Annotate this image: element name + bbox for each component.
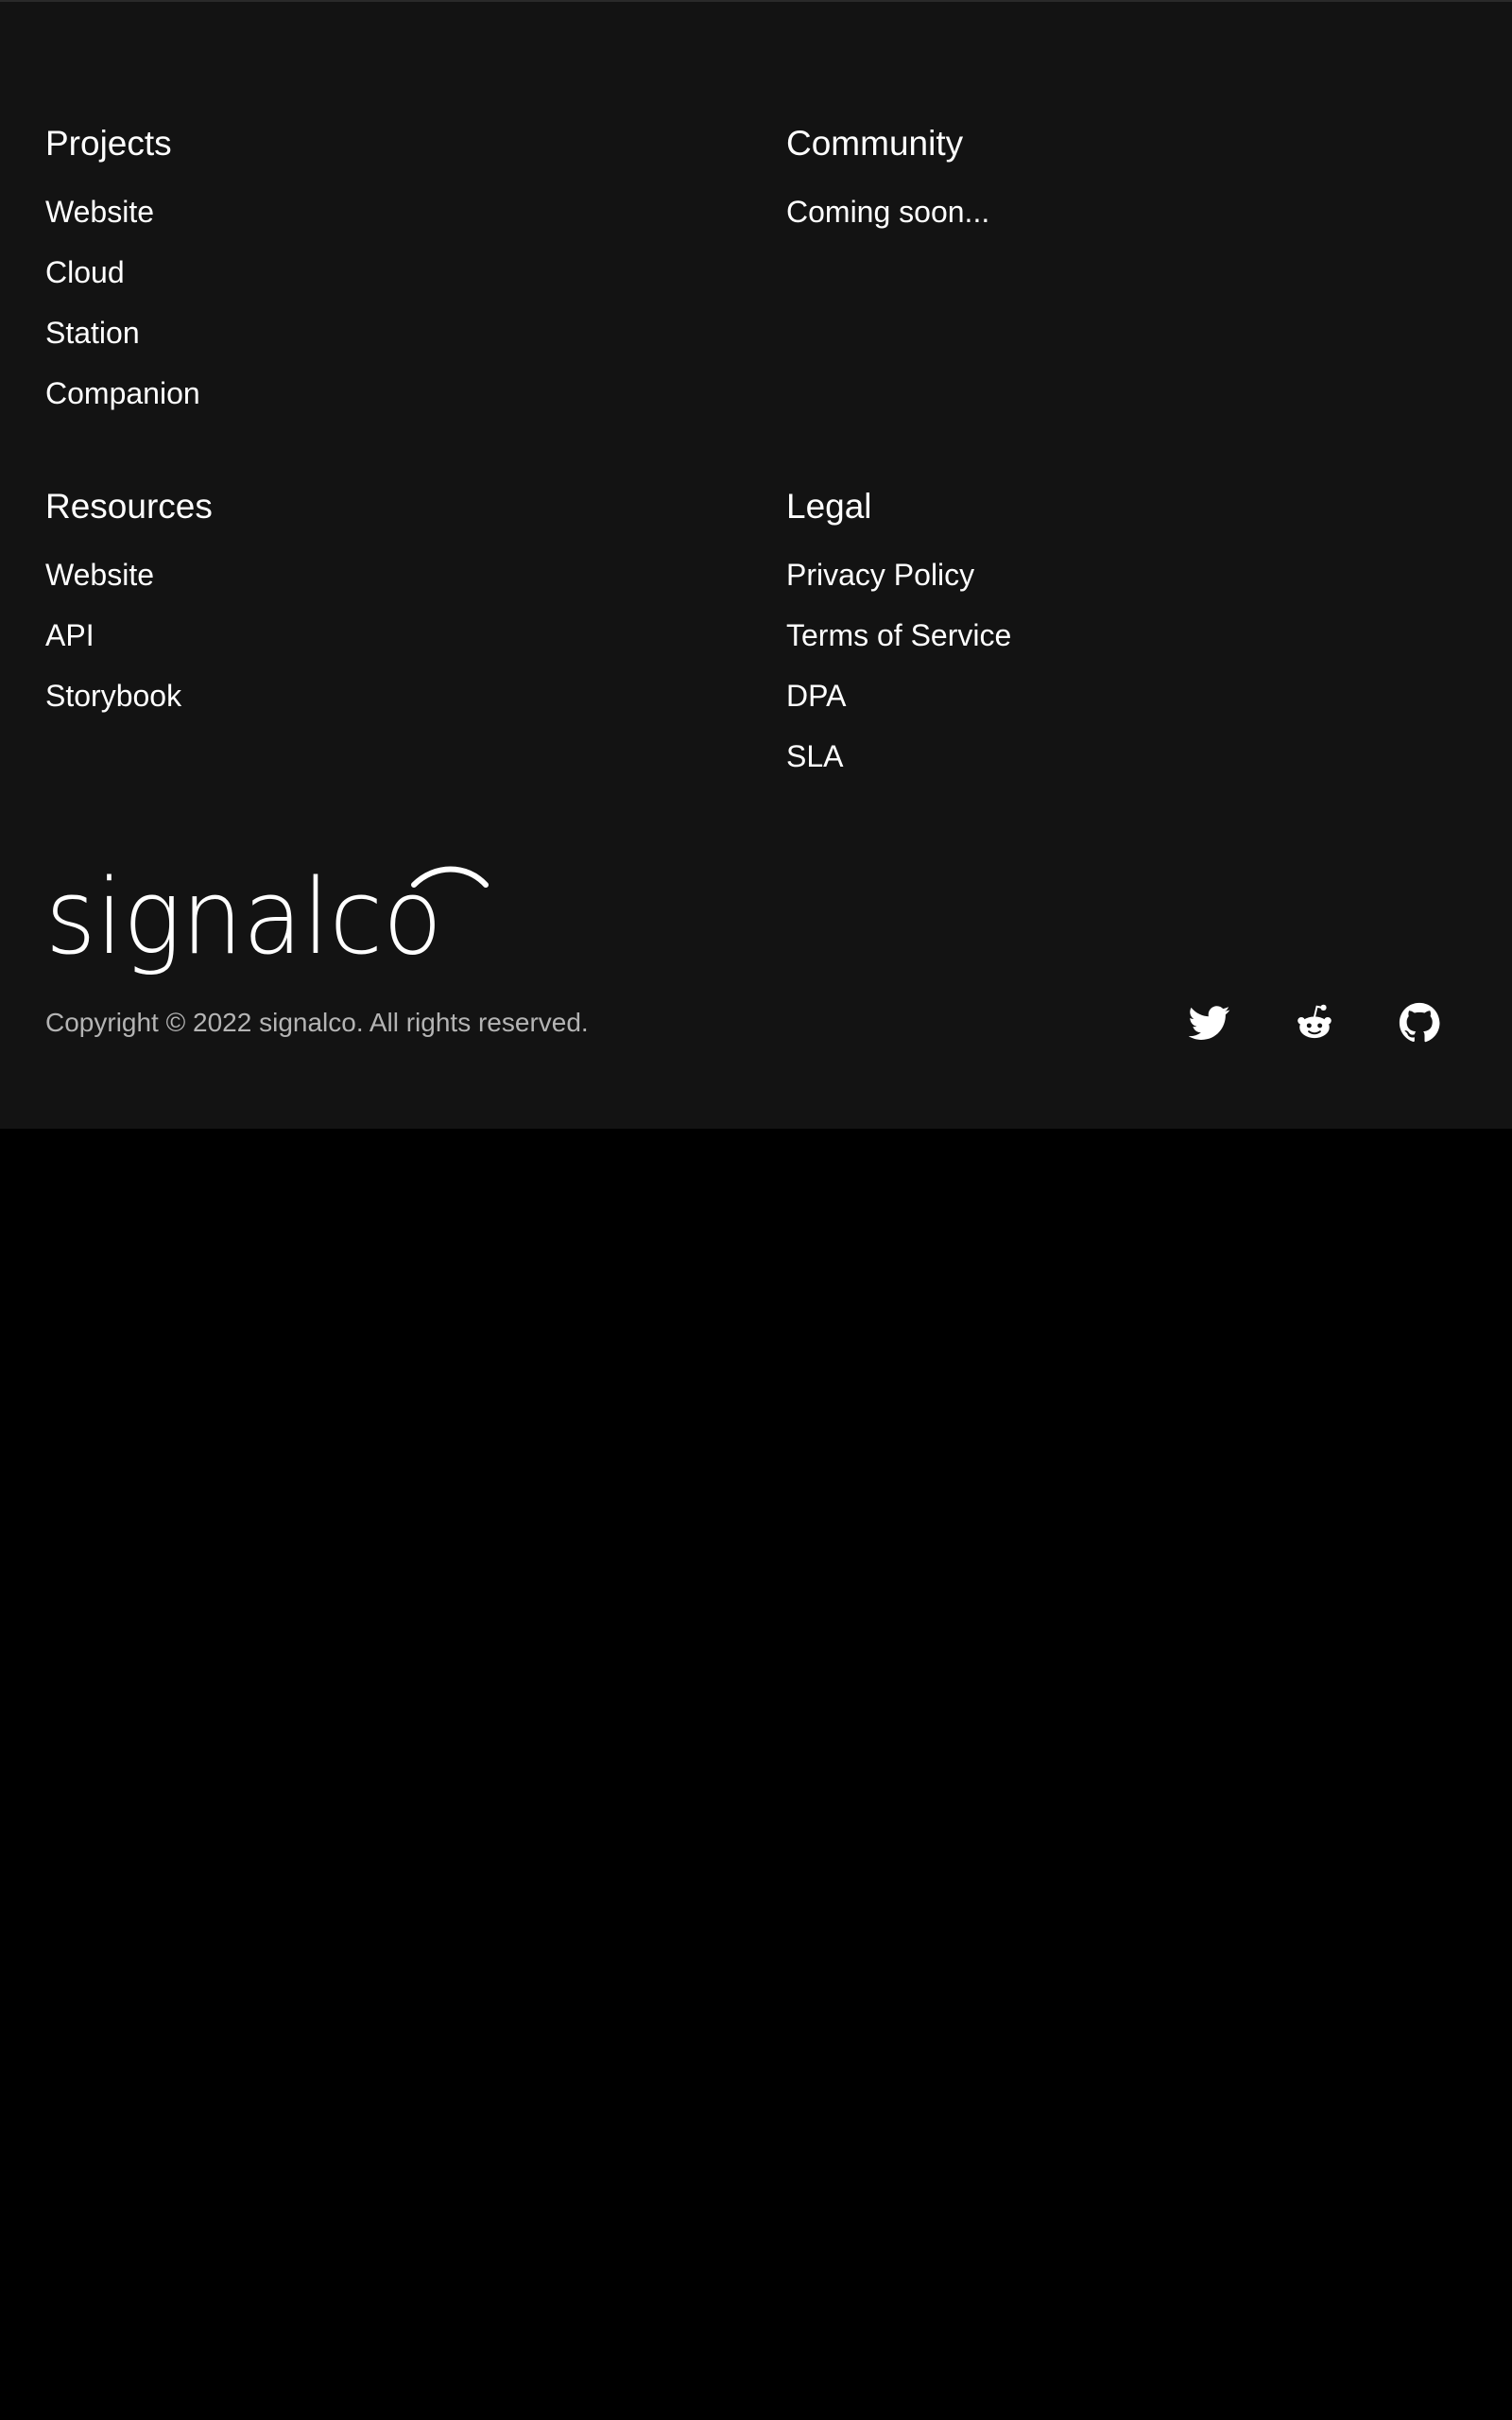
community-heading: Community <box>786 124 964 163</box>
resources-link-storybook[interactable]: Storybook <box>45 679 181 713</box>
legal-link-privacy-policy[interactable]: Privacy Policy <box>786 558 974 592</box>
resources-link-website[interactable]: Website <box>45 558 154 592</box>
resources-links: Website API Storybook <box>45 554 181 735</box>
projects-link-station[interactable]: Station <box>45 316 140 350</box>
community-section: Community Coming soon... <box>786 123 1448 229</box>
signalco-logo-mark: signalco <box>45 856 489 977</box>
projects-link-cloud[interactable]: Cloud <box>45 255 125 289</box>
community-coming-soon: Coming soon... <box>786 195 990 229</box>
reddit-link[interactable] <box>1294 1002 1335 1044</box>
projects-heading: Projects <box>45 124 172 163</box>
legal-section: Legal Privacy Policy Terms of Service DP… <box>786 486 1448 773</box>
github-link[interactable] <box>1399 1002 1440 1044</box>
copyright-text: Copyright © 2022 signalco. All rights re… <box>45 1008 589 1037</box>
legal-links: Privacy Policy Terms of Service DPA SLA <box>786 554 1011 796</box>
projects-links: Website Cloud Station Companion <box>45 191 200 433</box>
github-icon <box>1399 1002 1440 1043</box>
projects-section: Projects Website Cloud Station Companion <box>45 123 707 410</box>
logo-wordmark: signalco <box>45 866 442 976</box>
signalco-logo[interactable]: signalco <box>45 856 490 977</box>
legal-heading: Legal <box>786 487 872 526</box>
reddit-icon <box>1297 1004 1332 1039</box>
twitter-link[interactable] <box>1189 1002 1230 1044</box>
legal-link-dpa[interactable]: DPA <box>786 679 846 713</box>
resources-section: Resources Website API Storybook <box>45 486 707 713</box>
projects-link-companion[interactable]: Companion <box>45 376 200 410</box>
site-footer: Projects Website Cloud Station Companion… <box>0 0 1512 1129</box>
legal-link-terms-of-service[interactable]: Terms of Service <box>786 618 1011 652</box>
projects-link-website[interactable]: Website <box>45 195 154 229</box>
legal-link-sla[interactable]: SLA <box>786 739 843 773</box>
twitter-icon <box>1189 1006 1230 1040</box>
resources-heading: Resources <box>45 487 213 526</box>
resources-link-api[interactable]: API <box>45 618 94 652</box>
